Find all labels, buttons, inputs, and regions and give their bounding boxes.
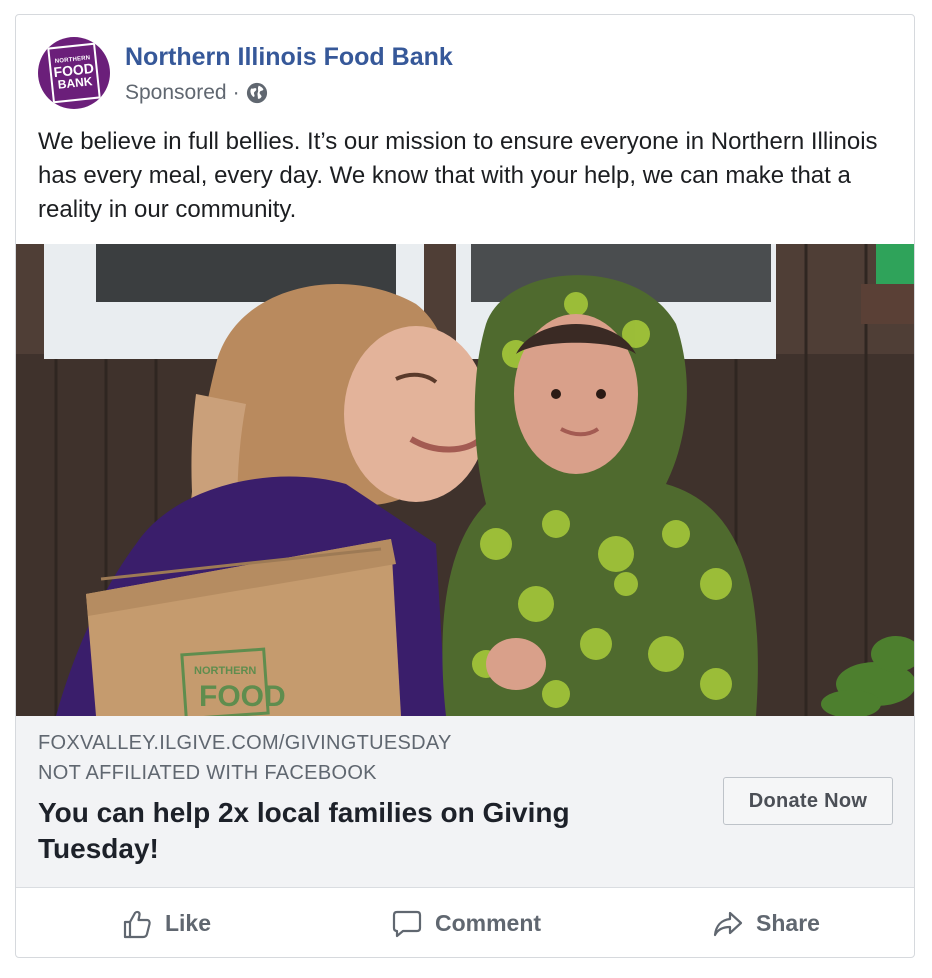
post-body-text: We believe in full bellies. It’s our mis… [38,128,878,223]
ad-photo[interactable]: NORTHERN FOOD [16,244,914,716]
page-avatar[interactable]: NORTHERN FOOD BANK [38,37,110,109]
link-headline[interactable]: You can help 2x local families on Giving… [38,795,658,867]
thumbs-up-icon [123,910,151,938]
like-button[interactable]: Like [16,888,316,957]
comment-label: Comment [434,910,542,936]
sponsored-label[interactable]: Sponsored [125,81,227,105]
post-header: NORTHERN FOOD BANK Northern Illinois Foo… [16,15,914,125]
globe-icon[interactable] [246,82,268,104]
box-logo-food: FOOD [199,680,286,713]
food-bank-logo: NORTHERN FOOD BANK [47,42,101,104]
sponsored-post: NORTHERN FOOD BANK Northern Illinois Foo… [15,14,915,958]
link-preview[interactable]: FOXVALLEY.ILGIVE.COM/GIVINGTUESDAY NOT A… [16,716,914,888]
box-logo-northern: NORTHERN [194,665,256,677]
donate-now-button[interactable]: Donate Now [723,777,893,825]
link-domain: FOXVALLEY.ILGIVE.COM/GIVINGTUESDAY [38,732,452,754]
comment-bubble-icon [392,910,422,937]
ad-photo-illustration: NORTHERN FOOD [16,244,914,716]
post-actions-bar: Like Comment Share [16,888,914,957]
share-arrow-icon [713,911,743,936]
page-name-link[interactable]: Northern Illinois Food Bank [125,43,453,72]
post-meta: Sponsored · [125,81,268,105]
share-button[interactable]: Share [616,888,914,957]
link-disclaimer: NOT AFFILIATED WITH FACEBOOK [38,762,377,784]
like-label: Like [164,910,212,936]
meta-separator: · [232,81,240,104]
share-label: Share [756,910,820,936]
logo-text-bank: BANK [57,74,94,92]
comment-button[interactable]: Comment [316,888,616,957]
